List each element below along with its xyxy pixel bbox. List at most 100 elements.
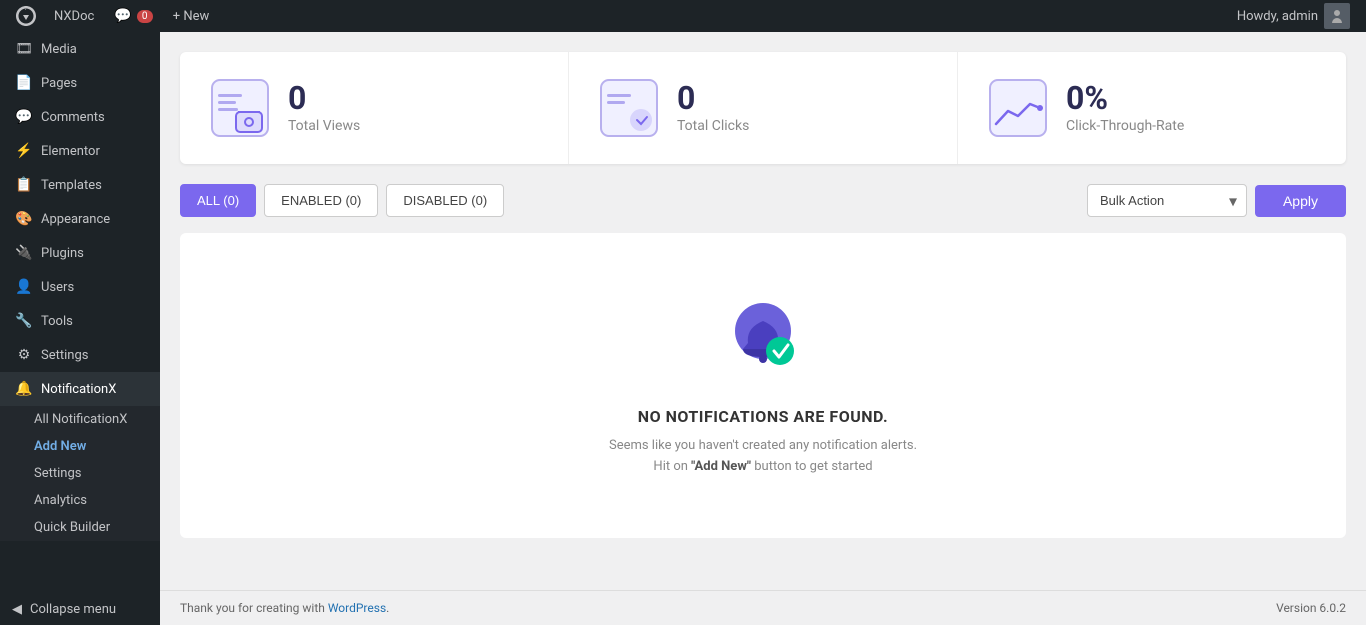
submenu-all-notificationx[interactable]: All NotificationX — [0, 406, 160, 433]
collapse-label: Collapse menu — [30, 602, 116, 617]
comments-icon: 💬 — [15, 108, 33, 126]
sidebar-item-appearance[interactable]: 🎨 Appearance — [0, 202, 160, 236]
filter-tab-all[interactable]: ALL (0) — [180, 184, 256, 217]
footer-left: Thank you for creating with WordPress. — [180, 601, 389, 615]
submenu-addnew-label: Add New — [34, 439, 86, 454]
sidebar-pages-label: Pages — [41, 76, 77, 91]
clicks-number: 0 — [677, 82, 749, 114]
clicks-label: Total Clicks — [677, 118, 749, 134]
stat-total-views: 0 Total Views — [180, 52, 569, 164]
sidebar-plugins-label: Plugins — [41, 246, 84, 261]
ctr-label: Click-Through-Rate — [1066, 118, 1184, 134]
adminbar-user[interactable]: Howdy, admin — [1229, 3, 1358, 29]
empty-state: NO NOTIFICATIONS ARE FOUND. Seems like y… — [180, 233, 1346, 538]
sidebar-item-elementor[interactable]: ⚡ Elementor — [0, 134, 160, 168]
adminbar-site[interactable]: NXDoc — [44, 0, 104, 32]
filter-row: ALL (0) ENABLED (0) DISABLED (0) Bulk Ac… — [180, 184, 1346, 217]
plugins-icon: 🔌 — [15, 244, 33, 262]
sidebar-tools-label: Tools — [41, 314, 73, 329]
stat-clicks-info: 0 Total Clicks — [677, 82, 749, 134]
sidebar-templates-label: Templates — [41, 178, 102, 193]
sidebar-media-label: Media — [41, 42, 77, 57]
submenu-quickbuilder-label: Quick Builder — [34, 520, 110, 535]
sidebar-item-plugins[interactable]: 🔌 Plugins — [0, 236, 160, 270]
users-icon: 👤 — [15, 278, 33, 296]
empty-desc: Seems like you haven't created any notif… — [609, 436, 917, 478]
views-label: Total Views — [288, 118, 360, 134]
templates-icon: 📋 — [15, 176, 33, 194]
collapse-menu-button[interactable]: ◀ Collapse menu — [0, 594, 160, 625]
stats-row: 0 Total Views — [180, 52, 1346, 164]
sidebar-notificationx-label: NotificationX — [41, 382, 116, 397]
stat-total-clicks: 0 Total Clicks — [569, 52, 958, 164]
filter-right: Bulk Action Apply — [1087, 184, 1346, 217]
user-avatar — [1324, 3, 1350, 29]
empty-desc1: Seems like you haven't created any notif… — [609, 438, 917, 453]
footer-wordpress-link[interactable]: WordPress — [328, 601, 386, 615]
filter-tab-disabled[interactable]: DISABLED (0) — [386, 184, 504, 217]
tools-icon: 🔧 — [15, 312, 33, 330]
sidebar-users-label: Users — [41, 280, 74, 295]
footer-thankyou: Thank you for creating with — [180, 601, 328, 615]
sidebar-item-settings[interactable]: ⚙ Settings — [0, 338, 160, 372]
sidebar-item-notificationx[interactable]: 🔔 NotificationX — [0, 372, 160, 406]
sidebar-item-comments[interactable]: 💬 Comments — [0, 100, 160, 134]
empty-desc2-before: Hit on — [653, 459, 691, 474]
empty-title: NO NOTIFICATIONS ARE FOUND. — [638, 407, 888, 426]
comments-icon: 💬 — [114, 8, 131, 24]
apply-button[interactable]: Apply — [1255, 185, 1346, 217]
comments-count: 0 — [137, 10, 153, 23]
bulk-action-select[interactable]: Bulk Action — [1087, 184, 1247, 217]
sidebar-item-templates[interactable]: 📋 Templates — [0, 168, 160, 202]
adminbar-right: Howdy, admin — [1229, 3, 1358, 29]
admin-bar: NXDoc 💬 0 + New Howdy, admin — [0, 0, 1366, 32]
sidebar-appearance-label: Appearance — [41, 212, 110, 227]
site-name: NXDoc — [54, 9, 94, 24]
new-label: + New — [173, 9, 210, 24]
stat-views-info: 0 Total Views — [288, 82, 360, 134]
howdy-text: Howdy, admin — [1237, 9, 1318, 24]
submenu-settings-label: Settings — [34, 466, 81, 481]
sidebar-settings-label: Settings — [41, 348, 88, 363]
submenu-quick-builder[interactable]: Quick Builder — [0, 514, 160, 541]
media-icon: 🎞 — [15, 40, 33, 58]
sidebar-item-media[interactable]: 🎞 Media — [0, 32, 160, 66]
adminbar-comments[interactable]: 💬 0 — [104, 0, 162, 32]
filter-tab-enabled[interactable]: ENABLED (0) — [264, 184, 378, 217]
stat-ctr: 0% Click-Through-Rate — [958, 52, 1346, 164]
appearance-icon: 🎨 — [15, 210, 33, 228]
sidebar-item-users[interactable]: 👤 Users — [0, 270, 160, 304]
main-content: 0 Total Views — [160, 32, 1366, 625]
main-inner: 0 Total Views — [160, 32, 1366, 590]
total-clicks-icon — [597, 76, 661, 140]
ctr-icon — [986, 76, 1050, 140]
empty-desc2-link: "Add New" — [691, 459, 751, 474]
sidebar: 🎞 Media 📄 Pages 💬 Comments ⚡ Elementor 📋… — [0, 32, 160, 625]
notificationx-icon: 🔔 — [15, 380, 33, 398]
sidebar-comments-label: Comments — [41, 110, 105, 125]
submenu-add-new[interactable]: Add New — [0, 433, 160, 460]
sidebar-item-tools[interactable]: 🔧 Tools — [0, 304, 160, 338]
page-footer: Thank you for creating with WordPress. V… — [160, 590, 1366, 625]
notificationx-submenu: All NotificationX Add New Settings Analy… — [0, 406, 160, 541]
views-number: 0 — [288, 82, 360, 114]
submenu-settings[interactable]: Settings — [0, 460, 160, 487]
settings-icon: ⚙ — [15, 346, 33, 364]
sidebar-elementor-label: Elementor — [41, 144, 100, 159]
sidebar-bottom: ◀ Collapse menu — [0, 594, 160, 625]
footer-version: Version 6.0.2 — [1276, 601, 1346, 615]
empty-desc2-after: button to get started — [751, 459, 873, 474]
empty-icon — [718, 293, 808, 387]
total-views-icon — [208, 76, 272, 140]
sidebar-item-pages[interactable]: 📄 Pages — [0, 66, 160, 100]
submenu-analytics-label: Analytics — [34, 493, 87, 508]
ctr-number: 0% — [1066, 82, 1184, 114]
stat-ctr-info: 0% Click-Through-Rate — [1066, 82, 1184, 134]
bulk-action-wrapper: Bulk Action — [1087, 184, 1247, 217]
pages-icon: 📄 — [15, 74, 33, 92]
wp-logo[interactable] — [8, 6, 44, 26]
submenu-all-label: All NotificationX — [34, 412, 127, 427]
elementor-icon: ⚡ — [15, 142, 33, 160]
adminbar-new[interactable]: + New — [163, 0, 220, 32]
submenu-analytics[interactable]: Analytics — [0, 487, 160, 514]
